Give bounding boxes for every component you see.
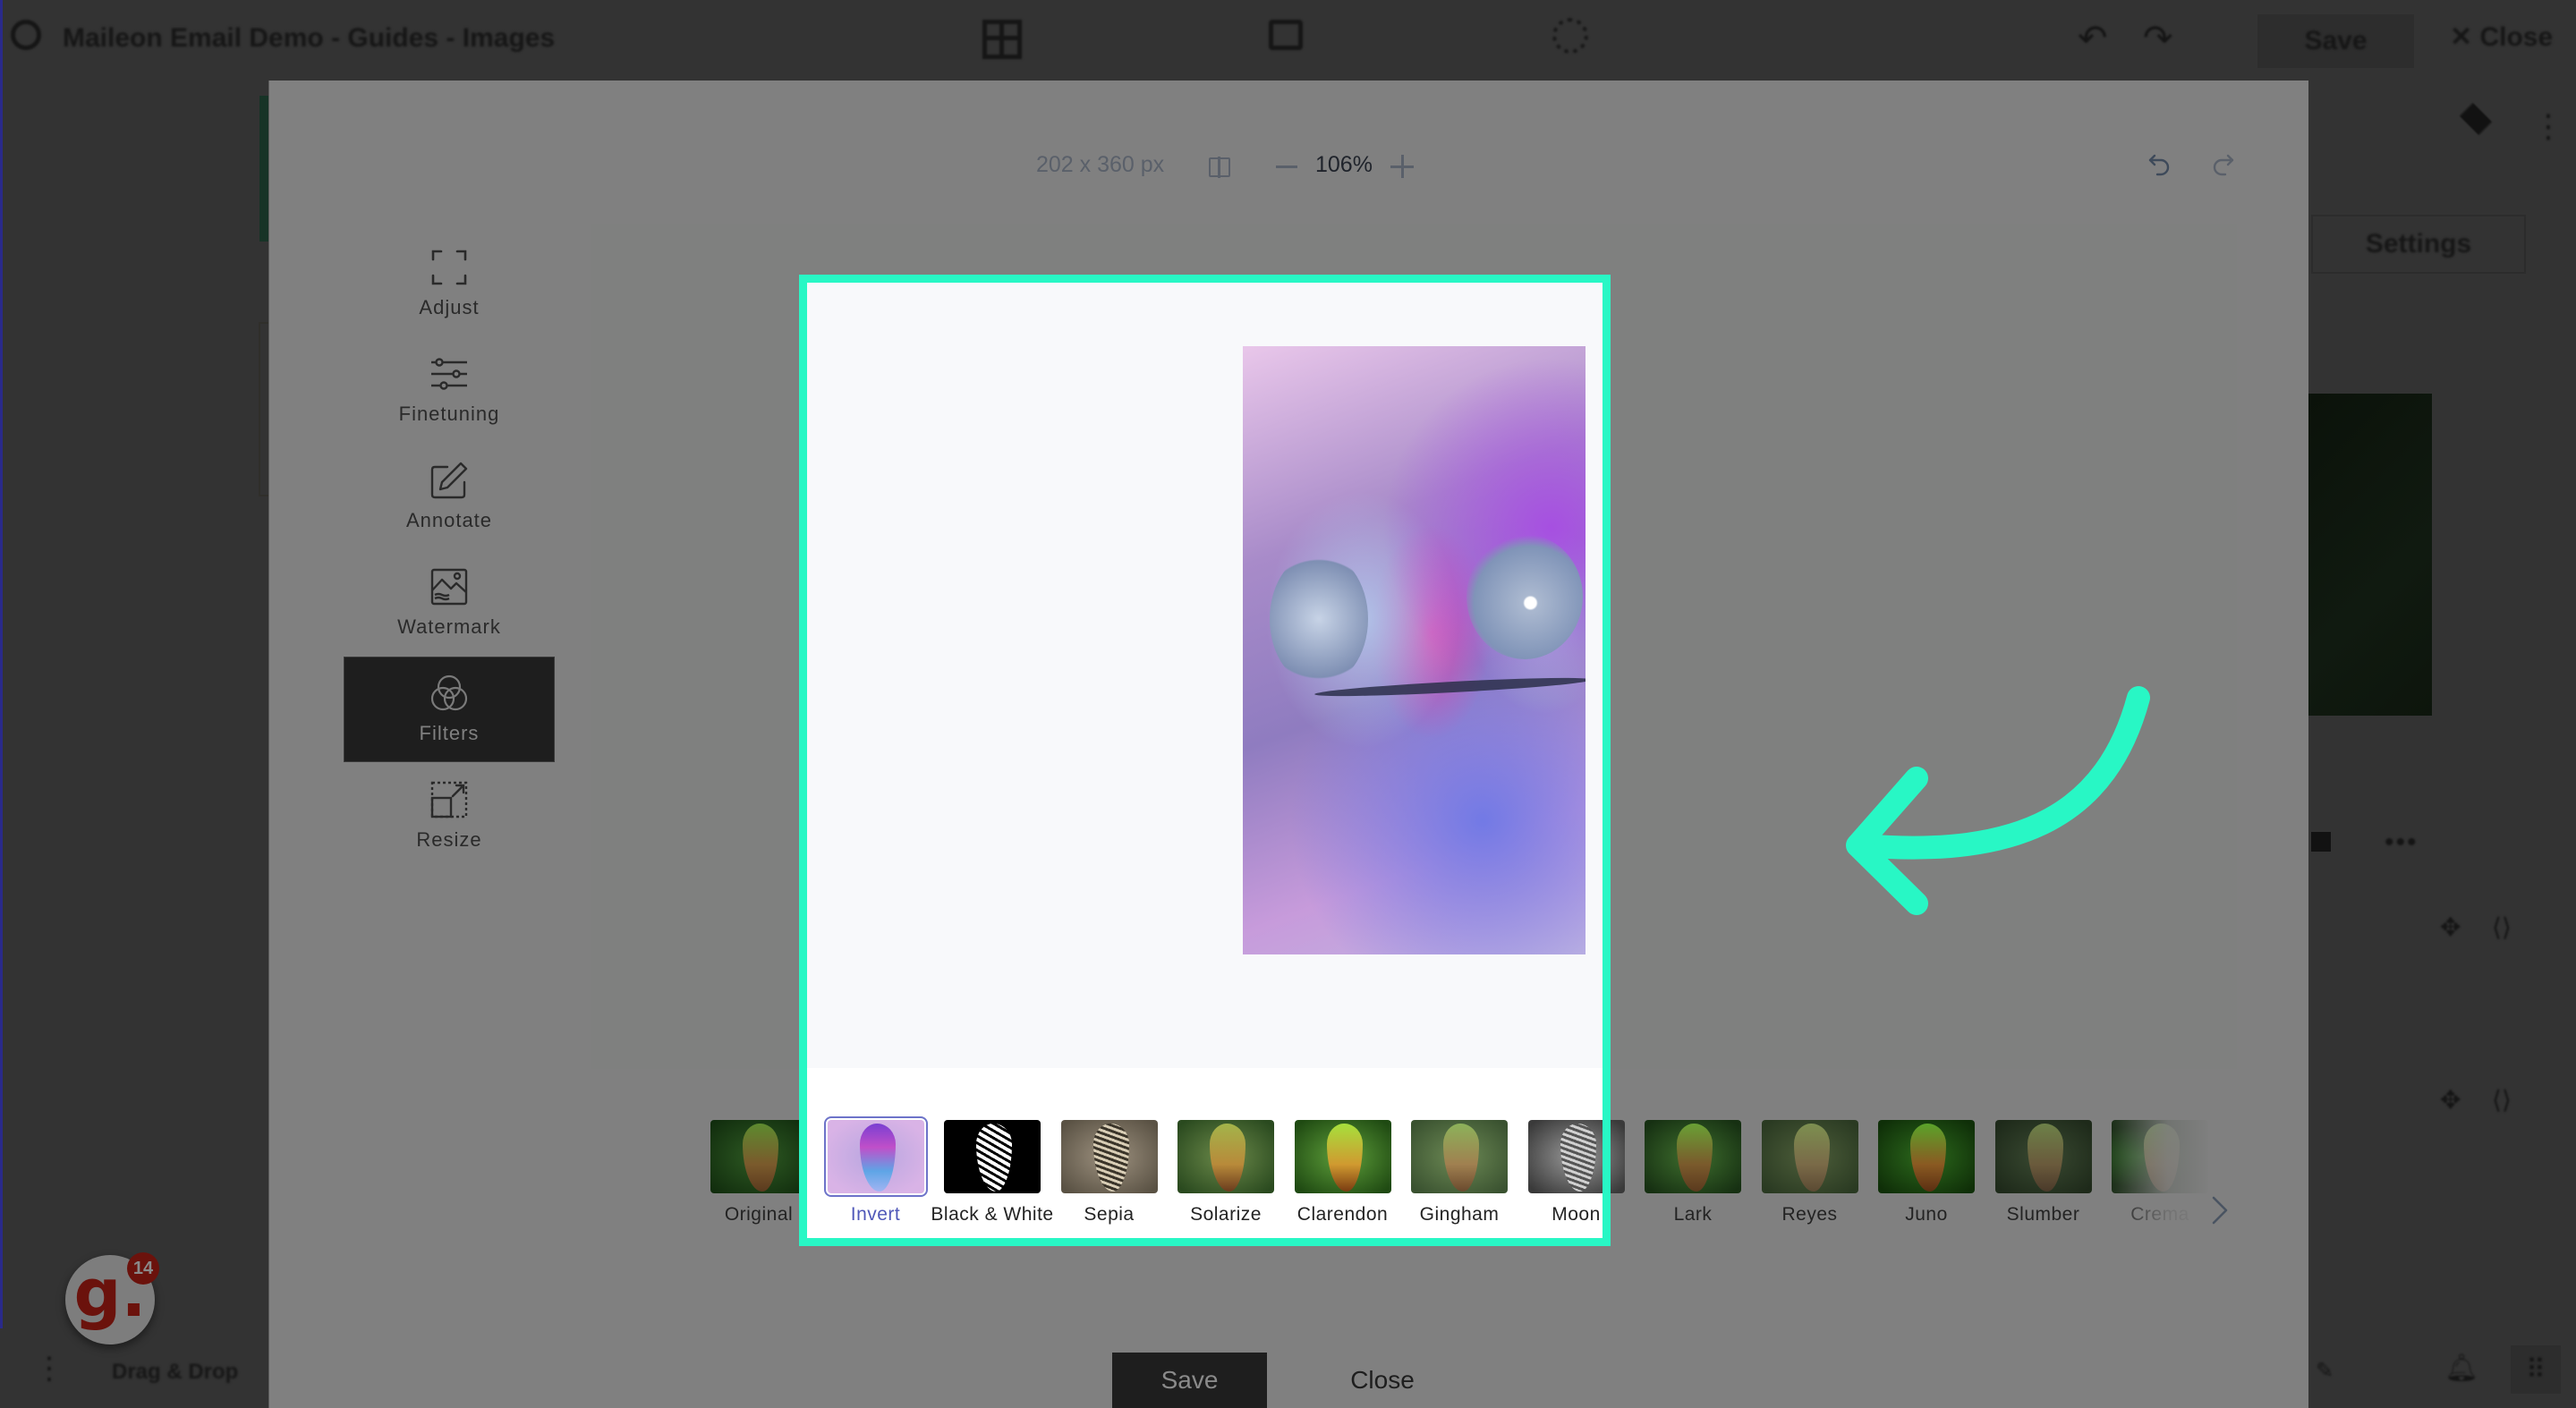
crop-frame-icon <box>431 250 467 285</box>
desktop-preview-icon[interactable] <box>1269 20 1303 50</box>
background-block <box>259 96 268 242</box>
app-close-button[interactable]: ✕ Close <box>2450 21 2553 53</box>
tool-adjust[interactable]: Adjust <box>344 231 555 336</box>
filter-thumbnail <box>1878 1120 1975 1193</box>
filter-thumbnail <box>1761 1120 1858 1193</box>
move-icon[interactable]: ✥ <box>2440 1085 2461 1115</box>
pencil-edit-icon <box>430 462 468 499</box>
app-save-label: Save <box>2304 26 2368 55</box>
curved-arrow-icon <box>1846 686 2150 915</box>
notification-count-badge: 14 <box>127 1252 159 1285</box>
drag-drop-label: Drag & Drop <box>112 1360 239 1384</box>
redo-icon <box>2213 154 2234 176</box>
tool-label: Watermark <box>397 615 501 638</box>
background-square-icon <box>2311 832 2331 852</box>
move-icon[interactable]: ✥ <box>2440 912 2461 942</box>
resize-icon <box>430 781 468 819</box>
code-icon[interactable]: ⟨⟩ <box>2492 1085 2512 1115</box>
filter-thumbnail <box>710 1120 807 1193</box>
filter-thumbnail <box>1994 1120 2092 1193</box>
background-frame <box>259 322 268 496</box>
thumbnail-subject <box>1677 1124 1713 1192</box>
tool-label: Resize <box>416 828 482 851</box>
image-landscape-icon <box>430 568 468 606</box>
apps-grid-icon: ⠿ <box>2526 1354 2546 1385</box>
app-redo-icon[interactable]: ↷ <box>2143 18 2173 59</box>
filter-slumber[interactable]: Slumber <box>1989 1120 2098 1226</box>
app-title: Maileon Email Demo - Guides - Images <box>63 23 556 53</box>
tool-label: Filters <box>419 722 480 744</box>
highlight-box <box>799 275 1611 1246</box>
pen-icon[interactable]: ✎ <box>2316 1358 2334 1384</box>
venn-circles-icon <box>430 674 468 711</box>
settings-gear-icon[interactable] <box>1552 18 1588 54</box>
image-dimensions: 202 x 360 px <box>1036 152 1165 177</box>
window-edge <box>0 0 3 1408</box>
apps-grid-button[interactable]: ⠿ <box>2511 1345 2561 1394</box>
background-image-thumbnail <box>2308 394 2432 716</box>
filters-next-button[interactable] <box>2206 1194 2233 1226</box>
filter-label: Juno <box>1905 1204 1948 1225</box>
filter-label: Slumber <box>2006 1204 2080 1225</box>
compare-split-icon[interactable] <box>1209 157 1230 178</box>
filter-reyes[interactable]: Reyes <box>1756 1120 1865 1226</box>
close-button[interactable]: Close <box>1324 1353 1441 1408</box>
tool-resize[interactable]: Resize <box>344 763 555 869</box>
tool-annotate[interactable]: Annotate <box>344 444 555 549</box>
app-settings-label: Settings <box>2365 229 2472 259</box>
filter-label: Reyes <box>1781 1204 1838 1225</box>
thumbnail-subject <box>1793 1124 1830 1192</box>
more-vertical-icon[interactable]: ⋮ <box>2532 107 2564 145</box>
more-horizontal-icon[interactable]: ••• <box>2385 827 2419 858</box>
tool-label: Finetuning <box>398 403 500 425</box>
undo-icon <box>2148 154 2170 176</box>
tool-label: Adjust <box>419 296 480 318</box>
redo-button[interactable] <box>2206 150 2237 181</box>
filter-thumbnail <box>1645 1120 1741 1193</box>
tool-watermark[interactable]: Watermark <box>344 550 555 656</box>
tool-label: Annotate <box>405 509 493 531</box>
thumbnail-subject <box>2027 1124 2063 1192</box>
tool-filters[interactable]: Filters <box>344 657 555 762</box>
filter-label: Original <box>724 1204 794 1225</box>
undo-button[interactable] <box>2146 150 2176 181</box>
sliders-icon <box>431 358 467 390</box>
code-icon[interactable]: ⟨⟩ <box>2492 912 2512 942</box>
filter-juno[interactable]: Juno <box>1872 1120 1981 1226</box>
thumbnail-subject <box>743 1124 778 1192</box>
zoom-in-button[interactable] <box>1390 155 1414 178</box>
app-right-panel <box>2308 81 2576 1408</box>
app-save-button[interactable]: Save <box>2257 14 2414 68</box>
thumbnail-subject <box>1910 1124 1946 1192</box>
bell-icon[interactable]: 🔔︎ <box>2444 1353 2478 1384</box>
filter-lark[interactable]: Lark <box>1638 1120 1747 1226</box>
layout-grid-icon[interactable] <box>982 20 1022 59</box>
tool-finetuning[interactable]: Finetuning <box>344 337 555 443</box>
filter-original[interactable]: Original <box>704 1120 813 1226</box>
filter-label: Lark <box>1673 1204 1713 1225</box>
app-undo-icon[interactable]: ↶ <box>2078 18 2108 59</box>
zoom-out-button[interactable] <box>1276 165 1297 168</box>
save-button[interactable]: Save <box>1112 1353 1267 1408</box>
maileon-logo-icon <box>11 20 41 50</box>
app-settings-button[interactable]: Settings <box>2311 215 2526 274</box>
zoom-level[interactable]: 106% <box>1315 152 1373 178</box>
chevron-right-icon <box>2212 1196 2228 1225</box>
kebab-menu-icon[interactable]: ⋮ <box>34 1351 64 1387</box>
